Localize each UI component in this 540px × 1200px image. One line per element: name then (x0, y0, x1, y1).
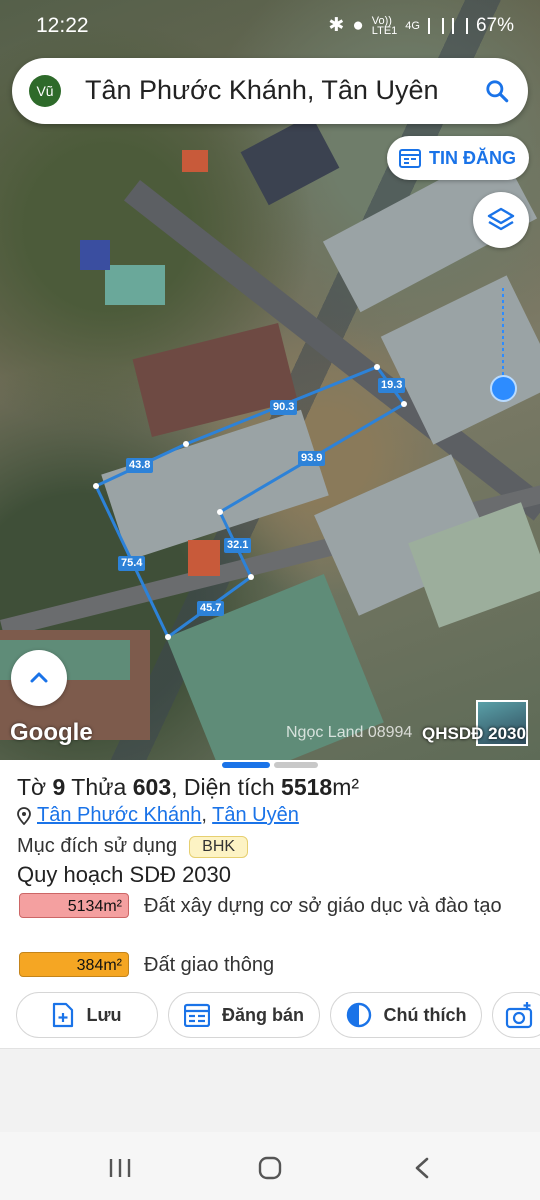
listing-icon (183, 1003, 210, 1027)
land-use-badge: BHK (189, 835, 249, 858)
status-bar: 12:22 ✱ ● Vo)) LTE1 4G 67% (0, 0, 540, 52)
listing-icon (399, 149, 421, 168)
network-4g-icon: 4G (405, 19, 420, 32)
overlay-label: QHSDĐ 2030 (422, 724, 526, 743)
back-icon (415, 1157, 429, 1179)
home-icon (258, 1156, 282, 1180)
search-bar[interactable]: Vũ Tân Phước Khánh, Tân Uyên (12, 58, 528, 124)
tin-dang-button[interactable]: TIN ĐĂNG (387, 136, 529, 180)
current-location-marker (490, 375, 517, 402)
area-row: 384m² Đất giao thông (19, 952, 504, 978)
district-link[interactable]: Tân Uyên (212, 804, 299, 826)
system-nav-bar (0, 1132, 540, 1200)
save-label: Lưu (86, 1004, 122, 1025)
layers-button[interactable] (473, 192, 529, 248)
add-photo-button[interactable] (492, 992, 540, 1038)
google-logo: Google (10, 719, 93, 746)
panel-empty-area (0, 1048, 540, 1132)
add-photo-icon (505, 1002, 533, 1029)
search-icon[interactable] (484, 78, 510, 104)
post-sale-label: Đăng bán (221, 1004, 304, 1025)
signal-icon (451, 17, 468, 34)
search-query[interactable]: Tân Phước Khánh, Tân Uyên (85, 75, 438, 106)
back-button[interactable] (408, 1154, 436, 1182)
post-sale-button[interactable]: Đăng bán (168, 992, 320, 1038)
expand-up-button[interactable] (11, 650, 67, 706)
drag-handle[interactable] (222, 762, 270, 768)
status-icons: ✱ ● Vo)) LTE1 4G 67% (328, 14, 514, 37)
drag-handle[interactable] (274, 762, 318, 768)
area-swatch: 384m² (19, 952, 129, 977)
chevron-up-icon (30, 672, 48, 683)
action-bar: Lưu Đăng bán Chú thích (0, 990, 540, 1038)
parcel-address: Tân Phước Khánh, Tân Uyên (17, 804, 299, 827)
bluetooth-icon: ✱ (328, 15, 345, 36)
land-use-purpose: Mục đích sử dụng BHK (17, 835, 249, 858)
recent-apps-button[interactable] (106, 1154, 134, 1182)
avatar[interactable]: Vũ (29, 75, 61, 107)
status-time: 12:22 (36, 14, 89, 37)
layers-icon (487, 207, 515, 231)
contrast-icon (346, 1002, 371, 1028)
recent-apps-icon (109, 1159, 131, 1177)
area-swatch: 5134m² (19, 893, 129, 918)
area-label: Đất giao thông (144, 954, 275, 976)
location-pin-icon: ● (352, 14, 364, 36)
planning-heading: Quy hoạch SDĐ 2030 (17, 862, 232, 887)
satellite-map[interactable]: 90.3 19.3 43.8 93.9 32.1 75.4 45.7 12:22… (0, 0, 540, 760)
tin-dang-label: TIN ĐĂNG (429, 147, 516, 168)
battery-text: 67% (475, 14, 514, 36)
location-pin-icon (17, 806, 31, 825)
ward-link[interactable]: Tân Phước Khánh (37, 804, 201, 826)
map-watermark: Ngọc Land 08994 (286, 724, 413, 741)
signal-icon (427, 17, 444, 34)
legend-button[interactable]: Chú thích (330, 992, 482, 1038)
home-button[interactable] (256, 1154, 284, 1182)
land-use-label: Mục đích sử dụng (17, 835, 178, 857)
save-button[interactable]: Lưu (16, 992, 158, 1038)
add-file-icon (53, 1002, 74, 1028)
area-label: Đất xây dựng cơ sở giáo dục và đào tạo (144, 895, 502, 917)
volte-icon: Vo)) LTE1 (371, 14, 398, 37)
parcel-title: Tờ 9 Thửa 603, Diện tích 5518m² (17, 774, 360, 800)
legend-label: Chú thích (383, 1004, 467, 1025)
area-row: 5134m² Đất xây dựng cơ sở giáo dục và đà… (19, 893, 504, 919)
